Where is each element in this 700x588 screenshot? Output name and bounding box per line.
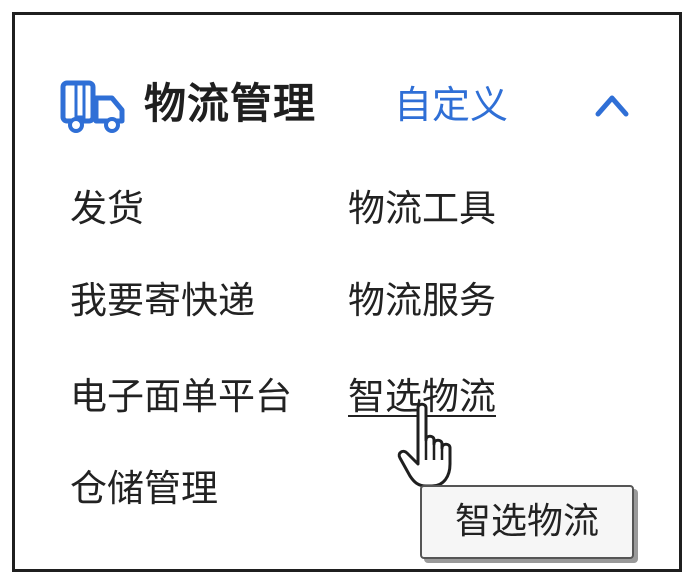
menu-item-logistics-tools[interactable]: 物流工具 <box>348 184 496 234</box>
panel-header: 物流管理 自定义 <box>60 74 660 134</box>
panel-title: 物流管理 <box>144 79 317 128</box>
truck-icon <box>60 80 125 133</box>
customize-link[interactable]: 自定义 <box>394 74 508 136</box>
tooltip: 智选物流 <box>420 485 634 559</box>
menu-item-e-waybill-platform[interactable]: 电子面单平台 <box>70 372 292 422</box>
menu-item-ship[interactable]: 发货 <box>70 184 144 234</box>
menu-item-warehouse-management[interactable]: 仓储管理 <box>70 464 218 514</box>
chevron-up-icon[interactable] <box>592 86 632 122</box>
menu-item-send-express[interactable]: 我要寄快递 <box>70 276 255 326</box>
hand-pointer-icon <box>397 402 452 488</box>
menu-item-logistics-services[interactable]: 物流服务 <box>348 276 496 326</box>
